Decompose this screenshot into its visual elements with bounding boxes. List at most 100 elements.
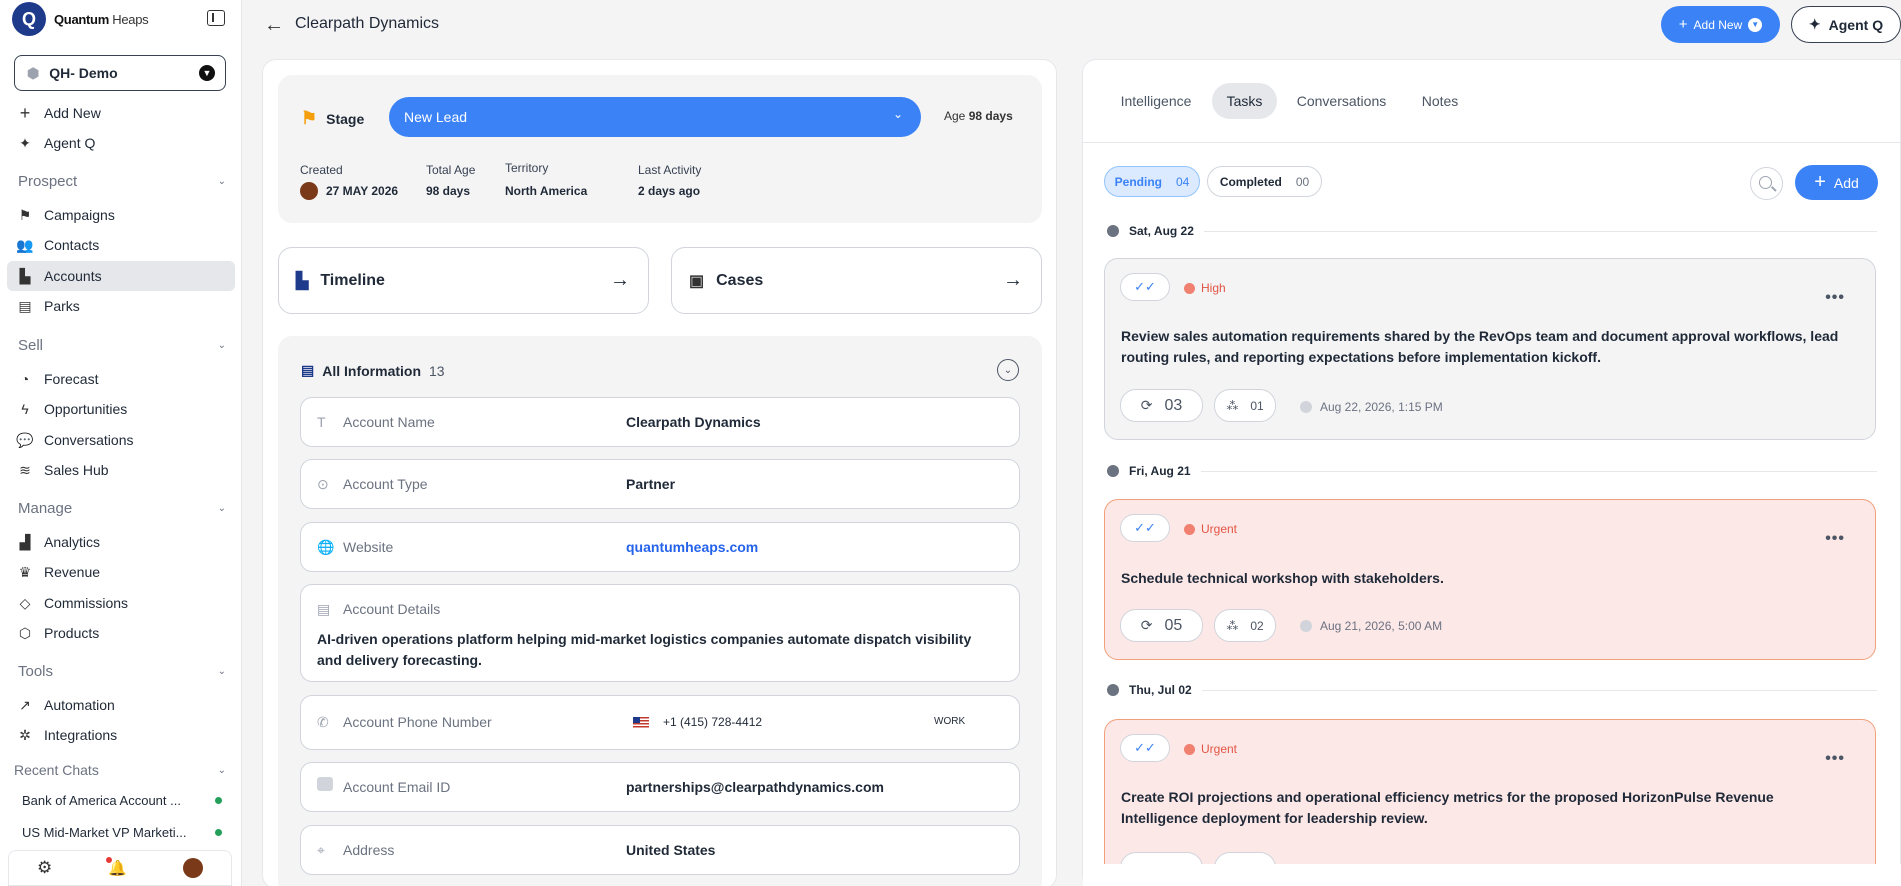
layers-icon: ≋ [19, 461, 31, 478]
sidebar-item-contacts[interactable]: 👥 Contacts [7, 230, 235, 260]
clock-icon [1107, 465, 1119, 477]
section-prospect[interactable]: Prospect ⌄ [18, 173, 226, 190]
chevron-down-icon: ▼ [199, 65, 215, 81]
tab-tasks[interactable]: Tasks [1212, 83, 1277, 119]
more-options-icon[interactable]: ••• [1825, 530, 1845, 548]
total-age-label: Total Age [426, 163, 476, 177]
task-card[interactable]: ✓✓ Urgent ••• Create ROI projections and… [1104, 719, 1876, 886]
complete-check-icon[interactable]: ✓✓ [1120, 734, 1170, 762]
phone-icon: ✆ [317, 714, 329, 730]
due-date: Aug 21, 2026, 5:00 AM [1300, 619, 1442, 633]
settings-icon[interactable]: ⚙ [37, 858, 52, 878]
phone-type-badge: WORK [934, 716, 966, 727]
stage-select[interactable]: New Lead ⌄ [389, 97, 921, 137]
field-email[interactable]: Account Email ID partnerships@clearpathd… [300, 762, 1020, 812]
back-arrow-icon[interactable]: ← [264, 14, 284, 37]
sidebar-item-forecast[interactable]: ◔ Forecast [7, 364, 235, 394]
collapse-toggle-icon[interactable]: ⌄ [997, 359, 1019, 381]
sidebar-item-revenue[interactable]: ♛ Revenue [7, 557, 235, 587]
sidebar-item-campaigns[interactable]: ⚑ Campaigns [7, 200, 235, 230]
sidebar-item-sales-hub[interactable]: ≋ Sales Hub [7, 455, 235, 485]
section-tools[interactable]: Tools ⌄ [18, 663, 226, 680]
avatar[interactable] [182, 858, 203, 878]
panel-bottom-mask [1083, 864, 1901, 886]
sidebar-item-accounts[interactable]: ▙ Accounts [7, 261, 235, 291]
add-new-button[interactable]: + Add New ▼ [1661, 6, 1780, 43]
subtasks-button[interactable]: ⟳ 03 [1120, 389, 1203, 422]
chevron-down-icon: ⌄ [892, 107, 903, 121]
more-options-icon[interactable]: ••• [1825, 289, 1845, 307]
subtasks-button[interactable]: ⟳ 05 [1120, 609, 1203, 642]
more-options-icon[interactable]: ••• [1825, 750, 1845, 768]
field-address[interactable]: ⌖ Address United States [300, 825, 1020, 875]
sidebar-item-automation[interactable]: ↗ Automation [7, 690, 235, 720]
section-sell[interactable]: Sell ⌄ [18, 337, 226, 354]
sidebar-item-analytics[interactable]: ▟ Analytics [7, 527, 235, 557]
sidebar-item-commissions[interactable]: ◇ Commissions [7, 588, 235, 618]
sidebar-footer: ⚙ 🔔 [8, 850, 232, 886]
complete-check-icon[interactable]: ✓✓ [1120, 514, 1170, 542]
task-card[interactable]: ✓✓ Urgent ••• Schedule technical worksho… [1104, 499, 1876, 660]
website-link[interactable]: quantumheaps.com [626, 539, 758, 555]
plug-icon: ✲ [19, 726, 31, 743]
section-recent-chats[interactable]: Recent Chats ⌄ [14, 762, 226, 778]
last-activity-value: 2 days ago [638, 184, 701, 198]
field-account-type[interactable]: ⊙ Account Type Partner [300, 459, 1020, 509]
due-date: Aug 22, 2026, 1:15 PM [1300, 400, 1443, 414]
field-account-details[interactable]: ▤ Account Details AI-driven operations p… [300, 584, 1020, 682]
tab-intelligence[interactable]: Intelligence [1108, 83, 1204, 119]
filter-pending[interactable]: Pending 04 [1104, 166, 1200, 197]
building-icon: ▙ [19, 267, 31, 284]
recent-chat-item[interactable]: Bank of America Account ... [22, 793, 222, 808]
task-text: Create ROI projections and operational e… [1121, 789, 1774, 826]
assignees-button[interactable]: ⁂ 02 [1214, 609, 1276, 642]
sidebar-item-integrations[interactable]: ✲ Integrations [7, 720, 235, 750]
complete-check-icon[interactable]: ✓✓ [1120, 273, 1170, 301]
timeline-icon: ▙ [296, 272, 309, 290]
agent-q-button[interactable]: ✦ Agent Q [1791, 6, 1901, 43]
task-text: Review sales automation requirements sha… [1121, 328, 1839, 365]
filter-completed[interactable]: Completed 00 [1207, 166, 1322, 197]
page-title: Clearpath Dynamics [295, 15, 440, 32]
account-details-text: AI-driven operations platform helping mi… [317, 631, 972, 668]
agent-icon: ✦ [1808, 16, 1821, 32]
section-manage[interactable]: Manage ⌄ [18, 500, 226, 517]
workspace-selector[interactable]: ⬢ QH- Demo ▼ [14, 55, 226, 91]
plus-icon: + [1814, 171, 1826, 193]
timeline-card[interactable]: ▙ Timeline → [278, 247, 649, 314]
clock-icon [1300, 620, 1312, 632]
sidebar-collapse-icon[interactable] [207, 10, 225, 26]
total-age-value: 98 days [426, 184, 471, 198]
search-button[interactable] [1750, 167, 1783, 200]
sidebar-item-conversations[interactable]: 💬 Conversations [7, 425, 235, 455]
globe-icon: 🌐 [317, 539, 335, 555]
priority-badge: Urgent [1184, 742, 1237, 756]
sidebar-item-opportunities[interactable]: ϟ Opportunities [7, 394, 235, 424]
clock-icon [1107, 225, 1119, 237]
cases-icon: ▣ [689, 272, 705, 290]
chevron-down-icon: ⌄ [217, 764, 226, 776]
cases-card[interactable]: ▣ Cases → [671, 247, 1042, 314]
field-phone[interactable]: ✆ Account Phone Number +1 (415) 728-4412… [300, 695, 1020, 750]
creator-avatar [300, 182, 318, 200]
search-icon [1759, 176, 1772, 189]
tab-conversations[interactable]: Conversations [1285, 83, 1398, 119]
sidebar-item-add-new[interactable]: + Add New [7, 98, 235, 128]
sidebar-item-products[interactable]: ⬡ Products [7, 618, 235, 648]
sidebar-item-agent-q[interactable]: ✦ Agent Q [7, 128, 235, 158]
bell-icon[interactable]: 🔔 [106, 857, 127, 877]
assignees-button[interactable]: ⁂ 01 [1214, 389, 1276, 422]
location-pin-icon: ⌖ [317, 842, 325, 858]
task-text: Schedule technical workshop with stakeho… [1121, 570, 1444, 586]
field-account-name[interactable]: T Account Name Clearpath Dynamics [300, 397, 1020, 447]
mail-icon [317, 777, 333, 791]
recent-chat-item[interactable]: US Mid-Market VP Marketi... [22, 825, 222, 840]
task-card[interactable]: ✓✓ High ••• Review sales automation requ… [1104, 258, 1876, 440]
add-task-button[interactable]: + Add [1795, 165, 1878, 200]
brand-logo-icon[interactable]: Q [12, 2, 46, 36]
info-count: 13 [429, 362, 445, 379]
agent-icon: ✦ [19, 134, 31, 151]
field-website[interactable]: 🌐 Website quantumheaps.com [300, 522, 1020, 572]
tab-notes[interactable]: Notes [1410, 83, 1470, 119]
sidebar-item-parks[interactable]: ▤ Parks [7, 291, 235, 321]
